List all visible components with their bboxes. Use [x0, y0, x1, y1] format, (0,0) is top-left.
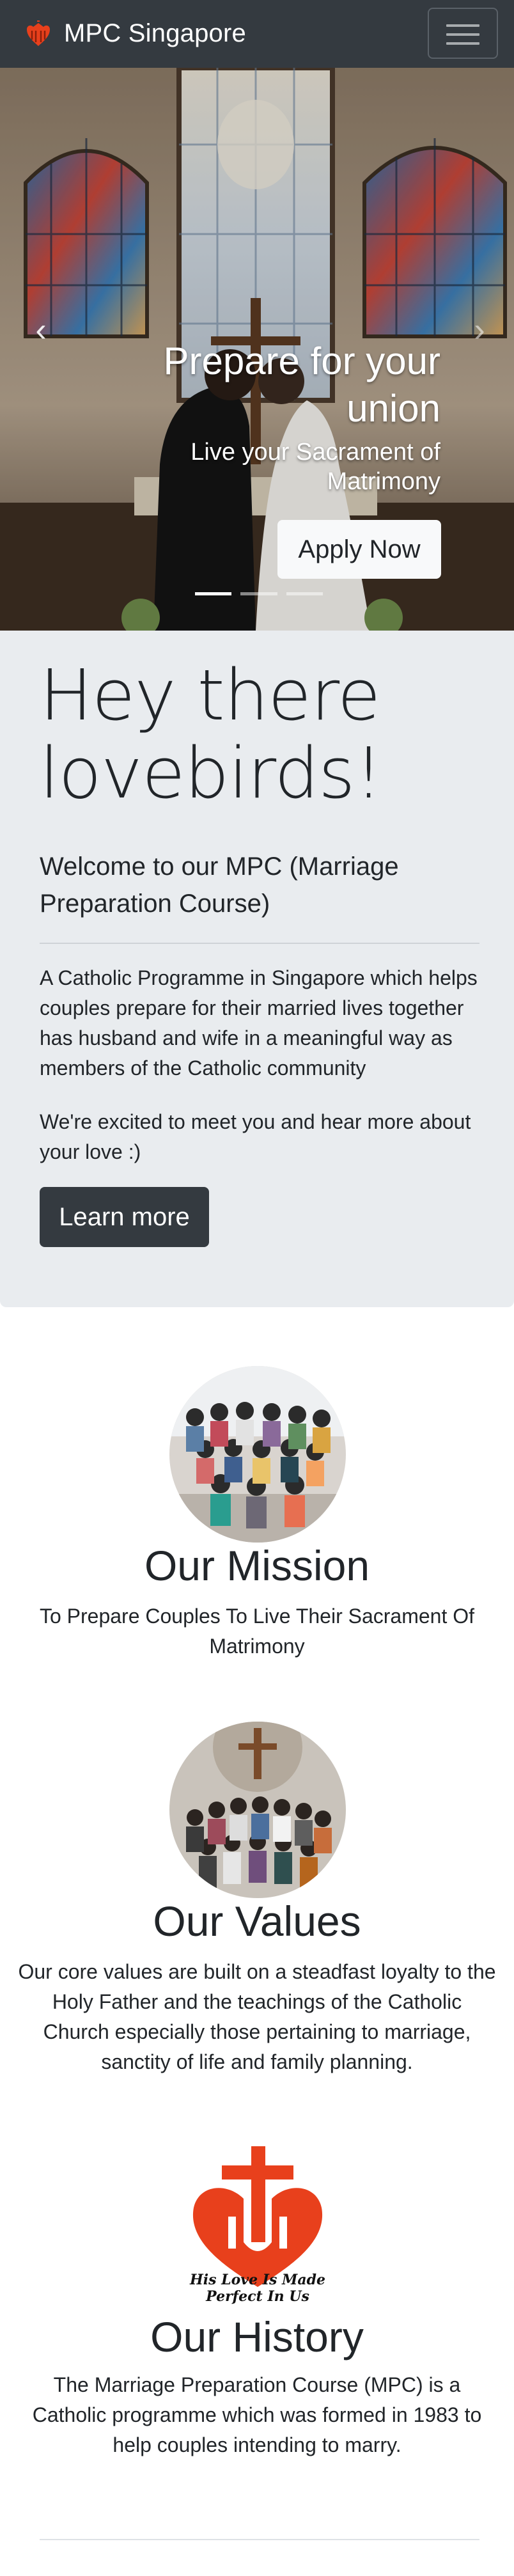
carousel-next-button[interactable]: › [460, 311, 499, 349]
mission-title: Our Mission [144, 1542, 370, 1589]
chevron-left-icon: ‹ [35, 311, 47, 349]
svg-text:His Love Is Made: His Love Is Made [189, 2272, 325, 2288]
values-text: Our core values are built on a steadfast… [18, 1960, 496, 2073]
values-title: Our Values [153, 1897, 361, 1945]
learn-more-button[interactable]: Learn more [40, 1187, 209, 1247]
mission-group-photo [169, 1366, 346, 1543]
carousel-caption: Prepare for your union Live your Sacrame… [82, 338, 440, 496]
brand-link[interactable]: MPC Singapore [23, 15, 246, 51]
jumbotron-paragraph-1: A Catholic Programme in Singapore which … [40, 966, 478, 1080]
footer-divider [40, 2539, 479, 2540]
carousel-subtitle: Live your Sacrament of Matrimony [191, 439, 440, 495]
carousel-indicators [195, 592, 323, 597]
carousel-indicator-2[interactable] [240, 592, 277, 595]
mission-text: To Prepare Couples To Live Their Sacrame… [39, 1605, 475, 1658]
jumbotron: Hey there lovebirds! Welcome to our MPC … [0, 631, 514, 1307]
values-group-photo [169, 1722, 346, 1898]
carousel-indicator-3[interactable] [286, 592, 323, 595]
carousel-prev-button[interactable]: ‹ [22, 311, 60, 349]
navbar: MPC Singapore [0, 0, 514, 68]
church-logo-icon [27, 20, 50, 46]
carousel-indicator-1[interactable] [195, 592, 232, 595]
apply-now-button[interactable]: Apply Now [277, 520, 441, 579]
carousel-title: Prepare for your union [163, 340, 440, 430]
brand-text: MPC Singapore [64, 19, 246, 47]
svg-text:Perfect In Us: Perfect In Us [205, 2288, 309, 2305]
chevron-right-icon: › [474, 311, 485, 349]
history-title: Our History [150, 2313, 364, 2360]
jumbotron-paragraph-2: We're excited to meet you and hear more … [40, 1110, 471, 1163]
mpc-heart-cross-logo: His Love Is Made Perfect In Us [182, 2146, 333, 2313]
history-text: The Marriage Preparation Course (MPC) is… [32, 2373, 482, 2456]
jumbotron-divider [40, 943, 479, 944]
jumbotron-title: Hey there lovebirds! [40, 654, 383, 814]
navbar-toggler-button[interactable] [428, 8, 498, 59]
jumbotron-lead: Welcome to our MPC (Marriage Preparation… [40, 852, 399, 918]
